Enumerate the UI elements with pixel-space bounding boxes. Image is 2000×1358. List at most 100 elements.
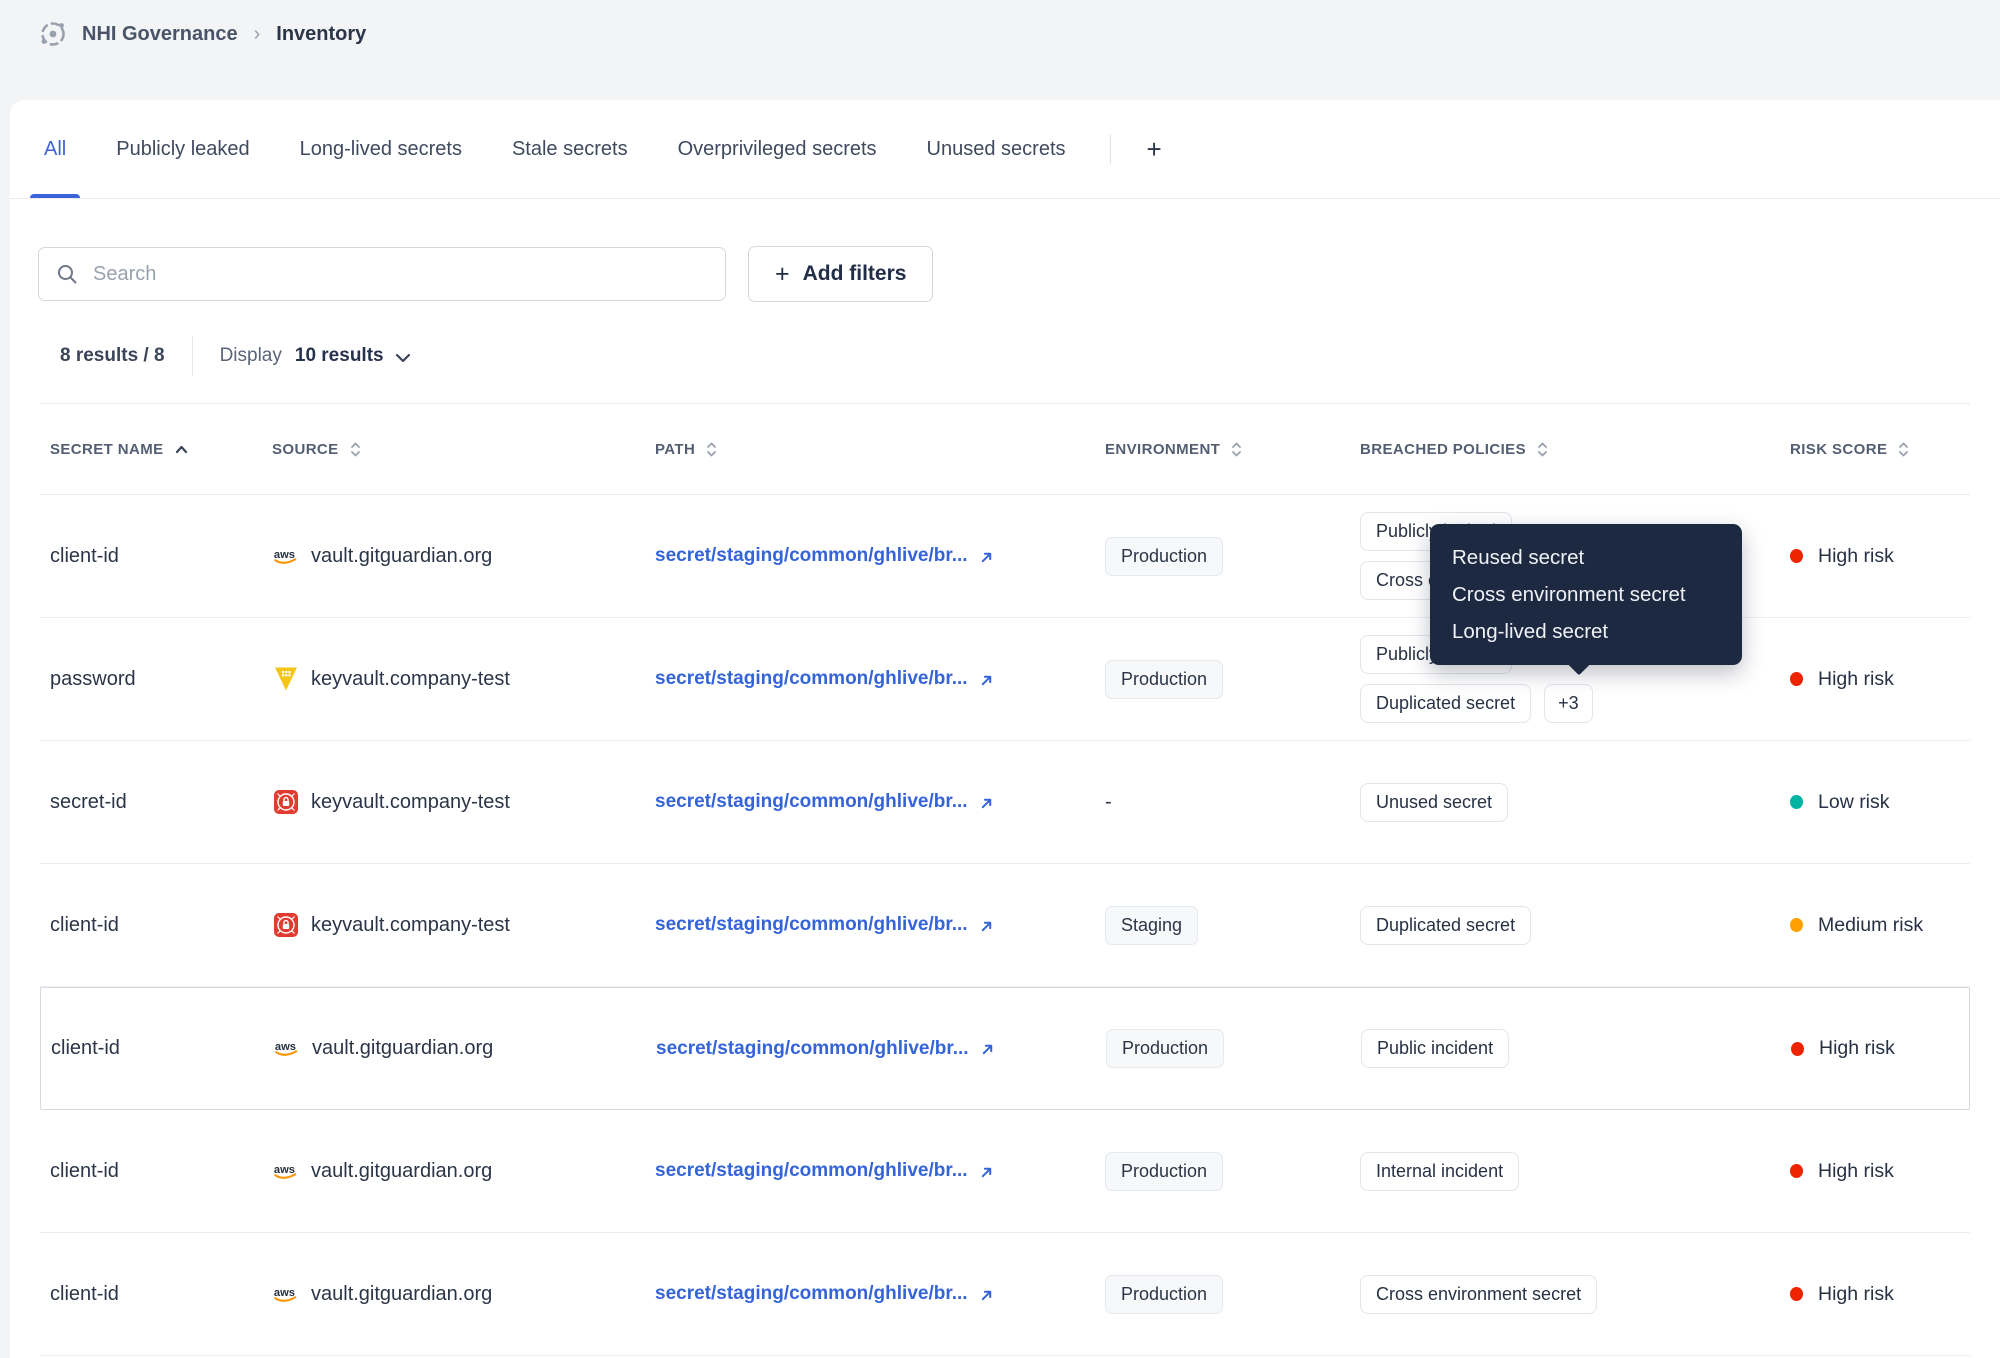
breached-policies-cell: Cross environment secret	[1360, 1274, 1790, 1314]
source-name: vault.gitguardian.org	[311, 544, 493, 567]
path-cell: secret/staging/common/ghlive/br...	[655, 914, 1105, 936]
search-box[interactable]	[38, 247, 726, 301]
path-link[interactable]: secret/staging/common/ghlive/br...	[655, 791, 968, 813]
environment-badge: Staging	[1105, 905, 1199, 945]
path-link[interactable]: secret/staging/common/ghlive/br...	[656, 1038, 969, 1060]
breadcrumb: NHI Governance › Inventory	[38, 18, 366, 50]
tooltip-policy-line: Long-lived secret	[1452, 620, 1609, 643]
sort-ascending-icon	[175, 445, 188, 454]
table-row[interactable]: secret-id keyvault.company-test secret/sta…	[40, 741, 1970, 864]
lock-vault-icon	[272, 789, 299, 816]
path-cell: secret/staging/common/ghlive/br...	[655, 1160, 1105, 1182]
path-cell: secret/staging/common/ghlive/br...	[655, 545, 1105, 567]
display-count-dropdown[interactable]: 10 results	[295, 345, 411, 367]
sort-toggle-icon	[1537, 441, 1548, 458]
policy-badge: Unused secret	[1360, 782, 1509, 822]
risk-score-cell: Low risk	[1790, 791, 1970, 814]
risk-score-cell: High risk	[1790, 668, 1970, 691]
path-link[interactable]: secret/staging/common/ghlive/br...	[655, 1283, 968, 1305]
secret-name-cell: password	[50, 668, 272, 691]
source-cell: aws vault.gitguardian.org	[272, 1281, 655, 1308]
column-label: SECRET NAME	[50, 440, 164, 458]
source-name: keyvault.company-test	[311, 790, 510, 813]
aws-icon: aws	[272, 1158, 299, 1185]
table-row[interactable]: client-id aws vault.gitguardian.org secret/…	[40, 987, 1970, 1110]
environment-cell: Staging	[1105, 905, 1360, 945]
path-link[interactable]: secret/staging/common/ghlive/br...	[655, 1160, 968, 1182]
risk-score-cell: Medium risk	[1790, 914, 1970, 937]
environment-badge: Production	[1105, 659, 1224, 699]
policy-badge: Duplicated secret	[1360, 905, 1532, 945]
risk-label: Medium risk	[1818, 913, 1924, 936]
inventory-card: All Publicly leaked Long-lived secrets Stal…	[10, 100, 2000, 1358]
policy-badge: Public incident	[1361, 1029, 1510, 1068]
tab-unused-secrets[interactable]: Unused secrets	[913, 100, 1080, 198]
tab-stale-secrets[interactable]: Stale secrets	[498, 100, 642, 198]
table-row[interactable]: client-id aws vault.gitguardian.org secret/…	[40, 1110, 1970, 1233]
breadcrumb-app[interactable]: NHI Governance	[82, 23, 238, 46]
column-header-environment[interactable]: ENVIRONMENT	[1105, 441, 1360, 458]
search-input[interactable]	[91, 261, 708, 287]
aws-icon: aws	[272, 1281, 299, 1308]
path-link[interactable]: secret/staging/common/ghlive/br...	[655, 545, 968, 567]
environment-empty: -	[1105, 790, 1112, 813]
external-link-icon	[978, 1287, 995, 1304]
external-link-icon	[978, 672, 995, 689]
tab-overprivileged-secrets[interactable]: Overprivileged secrets	[664, 100, 891, 198]
source-name: vault.gitguardian.org	[312, 1037, 494, 1059]
results-bar: 8 results / 8 Display 10 results	[60, 336, 1970, 376]
add-filters-button[interactable]: + Add filters	[748, 246, 934, 302]
secret-name: client-id	[50, 544, 119, 567]
table-row[interactable]: client-id aws vault.gitguardian.org secret/…	[40, 1233, 1970, 1356]
risk-score-cell: High risk	[1790, 1283, 1970, 1306]
tooltip-policy-line: Cross environment secret	[1452, 583, 1686, 606]
risk-status-dot	[1790, 1164, 1803, 1178]
nhi-governance-logo-icon	[38, 19, 68, 49]
column-header-source[interactable]: SOURCE	[272, 441, 655, 458]
add-tab-button[interactable]: +	[1137, 136, 1172, 162]
secret-name-cell: client-id	[50, 545, 272, 568]
policy-line: Public incident	[1361, 1029, 1510, 1068]
column-header-secret-name[interactable]: SECRET NAME	[50, 441, 272, 458]
more-policies-badge[interactable]: +3	[1544, 684, 1593, 723]
risk-label: High risk	[1818, 667, 1894, 690]
aws-icon: aws	[272, 543, 299, 570]
breached-policies-tooltip: Reused secret Cross environment secret Lon…	[1430, 524, 1742, 676]
source-cell: keyvault.company-test	[272, 789, 655, 816]
secret-name: client-id	[50, 1159, 119, 1182]
breached-policies-cell: Public incident	[1361, 1029, 1791, 1068]
secret-name: client-id	[50, 913, 119, 936]
breadcrumb-chevron-icon: ›	[253, 22, 261, 45]
environment-badge: Production	[1106, 1029, 1225, 1068]
secret-name: password	[50, 667, 136, 690]
column-header-risk-score[interactable]: RISK SCORE	[1790, 441, 1970, 458]
path-cell: secret/staging/common/ghlive/br...	[655, 791, 1105, 813]
source-cell: aws vault.gitguardian.org	[272, 1158, 655, 1185]
column-label: RISK SCORE	[1790, 440, 1888, 458]
secret-name-cell: client-id	[50, 1160, 272, 1183]
tab-publicly-leaked[interactable]: Publicly leaked	[102, 100, 263, 198]
environment-badge: Production	[1105, 1151, 1224, 1191]
sort-toggle-icon	[706, 441, 717, 458]
column-header-breached-policies[interactable]: BREACHED POLICIES	[1360, 441, 1790, 458]
table-row[interactable]: client-id keyvault.company-test secret/sta…	[40, 864, 1970, 987]
policy-badge: Internal incident	[1360, 1151, 1520, 1191]
risk-label: High risk	[1819, 1037, 1895, 1059]
path-link[interactable]: secret/staging/common/ghlive/br...	[655, 914, 968, 936]
environment-cell: -	[1105, 791, 1360, 814]
risk-status-dot	[1790, 549, 1803, 563]
results-count: 8 results / 8	[60, 345, 165, 366]
results-divider	[191, 336, 193, 376]
source-name: keyvault.company-test	[311, 913, 510, 936]
tab-all[interactable]: All	[30, 100, 81, 198]
source-name: vault.gitguardian.org	[311, 1282, 493, 1305]
risk-status-dot	[1791, 1041, 1804, 1056]
breached-policies-cell: Unused secret	[1360, 782, 1790, 822]
column-label: SOURCE	[272, 440, 339, 458]
path-link[interactable]: secret/staging/common/ghlive/br...	[655, 668, 968, 690]
sort-toggle-icon	[1231, 441, 1242, 458]
add-filters-label: Add filters	[802, 262, 907, 285]
display-label: Display	[219, 345, 282, 366]
tab-long-lived-secrets[interactable]: Long-lived secrets	[286, 100, 476, 198]
column-header-path[interactable]: PATH	[655, 441, 1105, 458]
